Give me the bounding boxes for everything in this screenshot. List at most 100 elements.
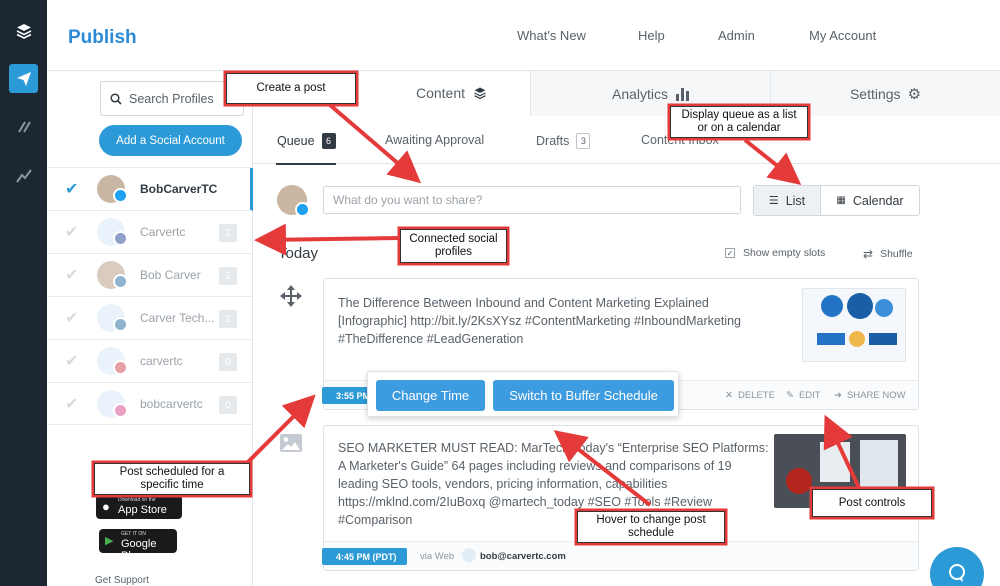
- post-text-line: SEO MARKETER MUST READ: MarTech Today's …: [338, 441, 769, 455]
- profile-carvertc-pinterest[interactable]: ✔ carvertc 0: [47, 339, 252, 382]
- callout-hover-change: Hover to change post schedule: [577, 511, 725, 543]
- profile-bobcarvertc-instagram[interactable]: ✔ bobcarvertc 0: [47, 382, 252, 425]
- arrow-right-icon: ➔: [834, 390, 842, 401]
- app-store-small-text: Download on the: [118, 497, 156, 503]
- nav-admin[interactable]: Admin: [718, 28, 755, 43]
- shuffle-label: Shuffle: [880, 248, 913, 260]
- post-text-line: #TheDifference #LeadGeneration: [338, 332, 524, 346]
- reply-icon[interactable]: [9, 112, 38, 141]
- scheduled-time-pill[interactable]: 4:45 PM (PDT): [322, 548, 407, 565]
- google-play-small-text: GET IT ON: [121, 531, 146, 537]
- linkedin-icon: [113, 274, 128, 289]
- paper-plane-icon[interactable]: [9, 64, 38, 93]
- search-placeholder: Search Profiles: [129, 91, 214, 106]
- count-badge: 6: [321, 133, 336, 149]
- subtab-queue[interactable]: Queue 6: [277, 133, 336, 149]
- image-icon: [280, 434, 302, 452]
- post-footer: 4:45 PM (PDT) via Web bob@carvertc.com: [322, 541, 918, 570]
- analytics-line-icon[interactable]: [9, 161, 38, 190]
- queue-count-badge: 2: [219, 310, 237, 328]
- tab-analytics-label: Analytics: [611, 85, 669, 102]
- calendar-view-button[interactable]: ▦ Calendar: [821, 186, 919, 215]
- callout-connected-profiles: Connected social profiles: [400, 229, 507, 263]
- profile-bobcarvertc[interactable]: ✔ BobCarverTC: [47, 167, 253, 211]
- app-store-button[interactable]: ● Download on the App Store: [96, 495, 182, 519]
- list-view-button[interactable]: ☰ List: [754, 186, 821, 215]
- list-icon: ☰: [768, 195, 779, 207]
- queue-count-badge: 0: [219, 396, 237, 414]
- profile-name: bobcarvertc: [140, 397, 203, 411]
- nav-help[interactable]: Help: [638, 28, 665, 43]
- subtab-awaiting-approval[interactable]: Awaiting Approval: [385, 133, 484, 147]
- post-text-line: A Marketer's Guide” 64 pages including r…: [338, 459, 732, 473]
- show-empty-slots-label: Show empty slots: [743, 247, 826, 259]
- active-subtab-underline: [276, 163, 336, 165]
- move-icon[interactable]: [279, 284, 303, 308]
- check-icon: ✔: [65, 353, 79, 370]
- callout-scheduled-time: Post scheduled for a specific time: [94, 463, 250, 495]
- view-toggle: ☰ List ▦ Calendar: [753, 185, 920, 216]
- profile-name: carvertc: [140, 354, 183, 368]
- time-hover-menu: Change Time Switch to Buffer Schedule: [367, 371, 679, 417]
- profile-sidebar: Search Profiles Add a Social Account ✔ B…: [47, 71, 253, 586]
- day-heading: Today: [278, 245, 319, 262]
- profile-carver-tech-linkedin[interactable]: ✔ Carver Tech... 2: [47, 296, 252, 339]
- queue-count-badge: 2: [219, 267, 237, 285]
- switch-to-buffer-schedule-button[interactable]: Switch to Buffer Schedule: [493, 380, 674, 411]
- brand-title: Publish: [68, 27, 137, 48]
- queue-count-badge: 2: [219, 224, 237, 242]
- google-play-button[interactable]: ▶ GET IT ON Google Play: [99, 529, 177, 562]
- add-social-account-button[interactable]: Add a Social Account: [99, 125, 242, 156]
- post-thumbnail: [802, 288, 906, 362]
- composer-input[interactable]: What do you want to share?: [323, 186, 741, 214]
- shuffle-button[interactable]: ⇄ Shuffle: [863, 247, 913, 261]
- share-now-label: SHARE NOW: [846, 390, 906, 401]
- nav-whats-new[interactable]: What's New: [517, 28, 586, 43]
- post-text: The Difference Between Inbound and Conte…: [338, 294, 741, 348]
- profile-carvertc-facebook[interactable]: ✔ Carvertc 2: [47, 210, 252, 253]
- edit-button[interactable]: ✎ EDIT: [786, 390, 821, 401]
- post-text-line: [Infographic] http://bit.ly/2KsXYsz #Con…: [338, 314, 742, 328]
- tab-content-label: Content: [415, 84, 466, 101]
- twitter-icon: [295, 202, 310, 217]
- callout-create-post: Create a post: [226, 73, 356, 104]
- search-profiles-input[interactable]: Search Profiles: [100, 81, 244, 116]
- avatar: [462, 548, 476, 562]
- chat-support-button[interactable]: [930, 547, 984, 586]
- delete-button[interactable]: ✕ DELETE: [725, 390, 775, 401]
- profile-name: Carver Tech...: [140, 311, 215, 325]
- queue-count-badge: 0: [219, 353, 237, 371]
- nav-my-account[interactable]: My Account: [809, 28, 876, 43]
- subtab-label: Drafts: [536, 134, 570, 148]
- subtab-label: Queue: [277, 134, 315, 148]
- calendar-label: Calendar: [852, 193, 904, 208]
- share-now-button[interactable]: ➔ SHARE NOW: [834, 390, 906, 401]
- layers-icon[interactable]: [9, 16, 38, 45]
- gear-icon: ⚙: [907, 85, 922, 103]
- subtab-drafts[interactable]: Drafts 3: [536, 133, 591, 149]
- apple-icon: ●: [102, 499, 110, 514]
- profile-bob-carver-linkedin[interactable]: ✔ Bob Carver 2: [47, 253, 252, 296]
- shuffle-icon: ⇄: [863, 247, 874, 261]
- pencil-icon: ✎: [786, 390, 794, 401]
- show-empty-slots-toggle[interactable]: ✓ Show empty slots: [725, 247, 825, 259]
- play-icon: ▶: [105, 535, 114, 547]
- get-support-link[interactable]: Get Support: [95, 575, 149, 586]
- check-icon: ✔: [65, 396, 79, 413]
- twitter-icon: [113, 188, 128, 203]
- profile-name: Bob Carver: [140, 268, 201, 282]
- via-web-label: via Web: [420, 551, 455, 562]
- checkbox-icon: ✓: [725, 248, 735, 258]
- profile-name: Carvertc: [140, 225, 186, 239]
- delete-label: DELETE: [737, 390, 775, 401]
- google-play-text: Google Play: [121, 538, 157, 562]
- pinterest-icon: [113, 360, 128, 375]
- main-tabs: Content Analytics Settings ⚙: [253, 71, 1000, 116]
- check-icon: ✔: [65, 267, 79, 284]
- edit-label: EDIT: [798, 390, 821, 401]
- instagram-icon: [113, 403, 128, 418]
- change-time-button[interactable]: Change Time: [376, 380, 485, 411]
- close-icon: ✕: [725, 390, 733, 401]
- top-header: Publish What's New Help Admin My Account: [47, 0, 1000, 71]
- count-badge: 3: [576, 133, 591, 149]
